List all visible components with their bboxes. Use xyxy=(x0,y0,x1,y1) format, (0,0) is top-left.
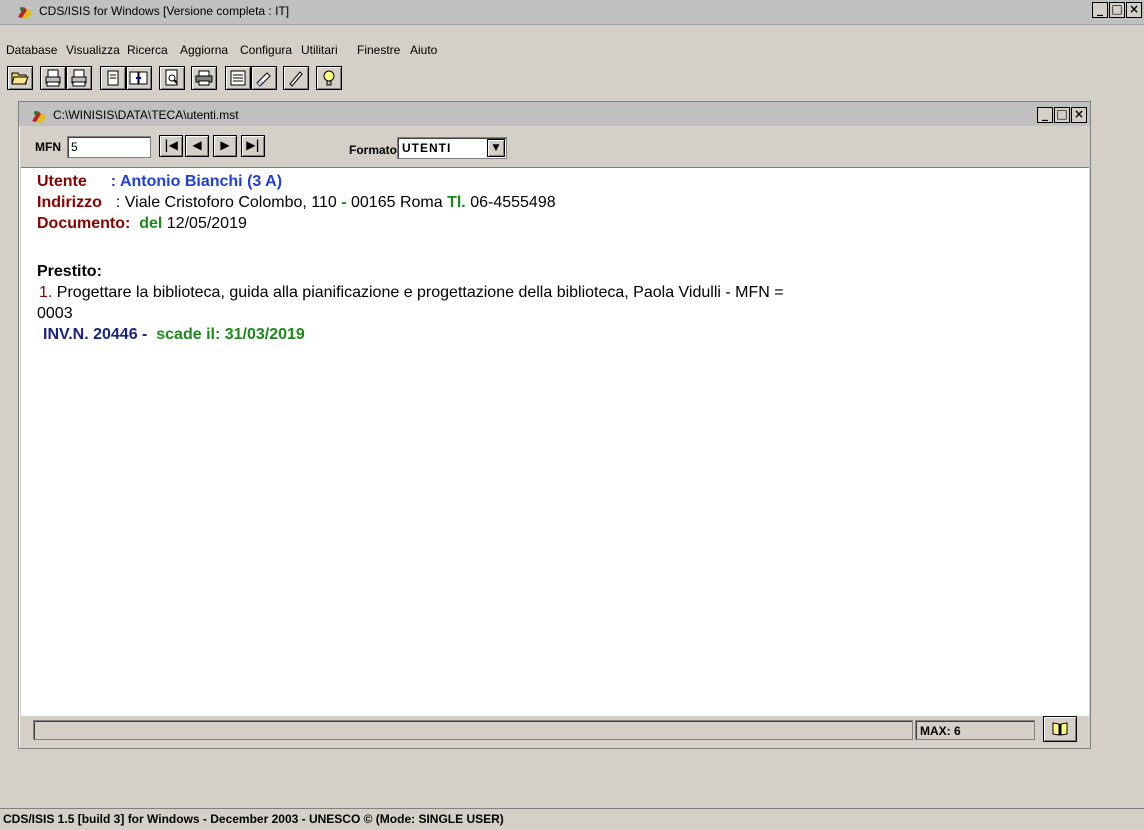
menu-configura[interactable]: Configura xyxy=(240,43,292,57)
max-mfn-field: MAX: 6 xyxy=(915,720,1035,740)
form-icon xyxy=(230,70,246,86)
last-icon: ▶| xyxy=(246,138,260,152)
chevron-down-icon[interactable]: ▼ xyxy=(487,139,505,157)
inventory-number: INV.N. 20446 - xyxy=(43,326,148,343)
documento-date: 12/05/2019 xyxy=(166,215,247,232)
record-window-title-bar: C:\WINISIS\DATA\TECA\utenti.mst _ □ × xyxy=(19,102,1090,126)
address-dash: - xyxy=(341,194,347,211)
open-database-button[interactable] xyxy=(7,66,33,90)
application-window: CDS/ISIS for Windows [Versione completa … xyxy=(0,0,1144,830)
record-window-controls: _ □ × xyxy=(1036,107,1087,123)
tel-value: 06-4555498 xyxy=(470,194,556,211)
menu-aggiorna[interactable]: Aggiorna xyxy=(180,43,228,57)
format-label: Formato: xyxy=(349,143,401,157)
indirizzo-line: Indirizzo: Viale Cristoforo Colombo, 110… xyxy=(37,194,556,212)
previous-icon: ◀ xyxy=(192,138,202,152)
pencil-icon xyxy=(289,71,303,87)
print-txt-icon xyxy=(45,69,61,87)
documento-line: Documento: del 12/05/2019 xyxy=(37,215,247,233)
indirizzo-value: Viale Cristoforo Colombo, 110 xyxy=(124,194,337,211)
loan-inventory-line: INV.N. 20446 - scade il: 31/03/2019 xyxy=(43,326,305,344)
close-button[interactable]: × xyxy=(1126,2,1142,18)
close-button[interactable]: × xyxy=(1071,107,1087,123)
cds-isis-icon xyxy=(18,7,32,19)
copy-button[interactable] xyxy=(100,66,126,90)
minimize-button[interactable]: _ xyxy=(1037,107,1053,123)
workspace-bottom xyxy=(0,793,1144,807)
print-txt-button[interactable] xyxy=(40,66,66,90)
edit-button[interactable] xyxy=(283,66,309,90)
print-rtf-icon xyxy=(71,69,87,87)
first-icon: |◀ xyxy=(164,138,178,152)
prestito-heading: Prestito: xyxy=(37,263,102,280)
copy-icon xyxy=(107,70,119,86)
due-date: scade il: 31/03/2019 xyxy=(156,326,305,343)
hint-button[interactable] xyxy=(316,66,342,90)
loan-item-line2: 0003 xyxy=(37,305,73,322)
menu-visualizza[interactable]: Visualizza xyxy=(66,43,120,57)
window-title: CDS/ISIS for Windows [Versione completa … xyxy=(39,4,290,18)
cds-isis-icon xyxy=(32,111,46,123)
menu-finestre[interactable]: Finestre xyxy=(357,43,400,57)
minimize-button[interactable]: _ xyxy=(1092,2,1108,18)
mfn-input[interactable] xyxy=(67,136,151,158)
record-window: C:\WINISIS\DATA\TECA\utenti.mst _ □ × MF… xyxy=(18,101,1091,749)
lightbulb-icon xyxy=(323,70,335,86)
tel-label: Tl. xyxy=(447,194,466,211)
mfn-label: MFN xyxy=(35,140,61,154)
book-icon xyxy=(1052,722,1068,736)
maximize-button[interactable]: □ xyxy=(1109,2,1125,18)
first-record-button[interactable]: |◀ xyxy=(159,135,183,157)
record-window-title: C:\WINISIS\DATA\TECA\utenti.mst xyxy=(53,108,239,122)
cap-citta: 00165 Roma xyxy=(351,194,443,211)
title-bar: CDS/ISIS for Windows [Versione completa … xyxy=(0,0,1144,25)
format-select[interactable]: UTENTI ▼ xyxy=(397,137,507,159)
loan-item-line1: 1. Progettare la biblioteca, guida alla … xyxy=(39,284,784,302)
open-folder-icon xyxy=(11,72,29,85)
preview-icon xyxy=(165,69,178,86)
record-display: Utente : Antonio Bianchi (3 A) Indirizzo:… xyxy=(21,167,1089,716)
menu-aiuto[interactable]: Aiuto xyxy=(410,43,437,57)
indirizzo-label: Indirizzo xyxy=(37,194,102,211)
loan-title: Progettare la biblioteca, guida alla pia… xyxy=(56,284,784,301)
preview-button[interactable] xyxy=(159,66,185,90)
maximize-button[interactable]: □ xyxy=(1054,107,1070,123)
menu-ricerca[interactable]: Ricerca xyxy=(127,43,168,57)
navigation-bar: MFN |◀ ◀ ▶ ▶| Formato: UTENTI ▼ xyxy=(19,130,1090,166)
edit-form-button[interactable] xyxy=(251,66,277,90)
window-controls: _ □ × xyxy=(1091,2,1142,18)
last-record-button[interactable]: ▶| xyxy=(241,135,265,157)
toolbar xyxy=(0,64,1144,96)
utente-label: Utente xyxy=(37,173,87,190)
indirizzo-separator: : xyxy=(115,194,121,211)
previous-record-button[interactable]: ◀ xyxy=(185,135,209,157)
menu-database[interactable]: Database xyxy=(6,43,57,57)
format-value: UTENTI xyxy=(402,141,452,155)
utente-value: : Antonio Bianchi (3 A) xyxy=(110,173,283,190)
record-status-row: MAX: 6 xyxy=(19,716,1090,748)
next-record-button[interactable]: ▶ xyxy=(213,135,237,157)
del-label: del xyxy=(139,215,163,232)
form-button[interactable] xyxy=(225,66,251,90)
edit-form-icon xyxy=(256,72,271,87)
print-rtf-button[interactable] xyxy=(66,66,92,90)
menu-utilitari[interactable]: Utilitari xyxy=(301,43,338,57)
print-button[interactable] xyxy=(191,66,217,90)
copy-database-button[interactable] xyxy=(126,66,152,90)
copy-database-icon xyxy=(129,71,148,85)
printer-icon xyxy=(195,70,213,86)
next-icon: ▶ xyxy=(220,138,230,152)
message-field xyxy=(33,720,913,740)
browse-button[interactable] xyxy=(1043,716,1077,742)
app-status-text: CDS/ISIS 1.5 [build 3] for Windows - Dec… xyxy=(3,812,504,826)
app-status-bar: CDS/ISIS 1.5 [build 3] for Windows - Dec… xyxy=(0,808,1144,830)
menu-bar: Database Visualizza Ricerca Aggiorna Con… xyxy=(0,41,1144,61)
utente-line: Utente : Antonio Bianchi (3 A) xyxy=(37,173,282,191)
documento-label: Documento: xyxy=(37,215,131,232)
loan-number: 1. xyxy=(39,284,53,301)
